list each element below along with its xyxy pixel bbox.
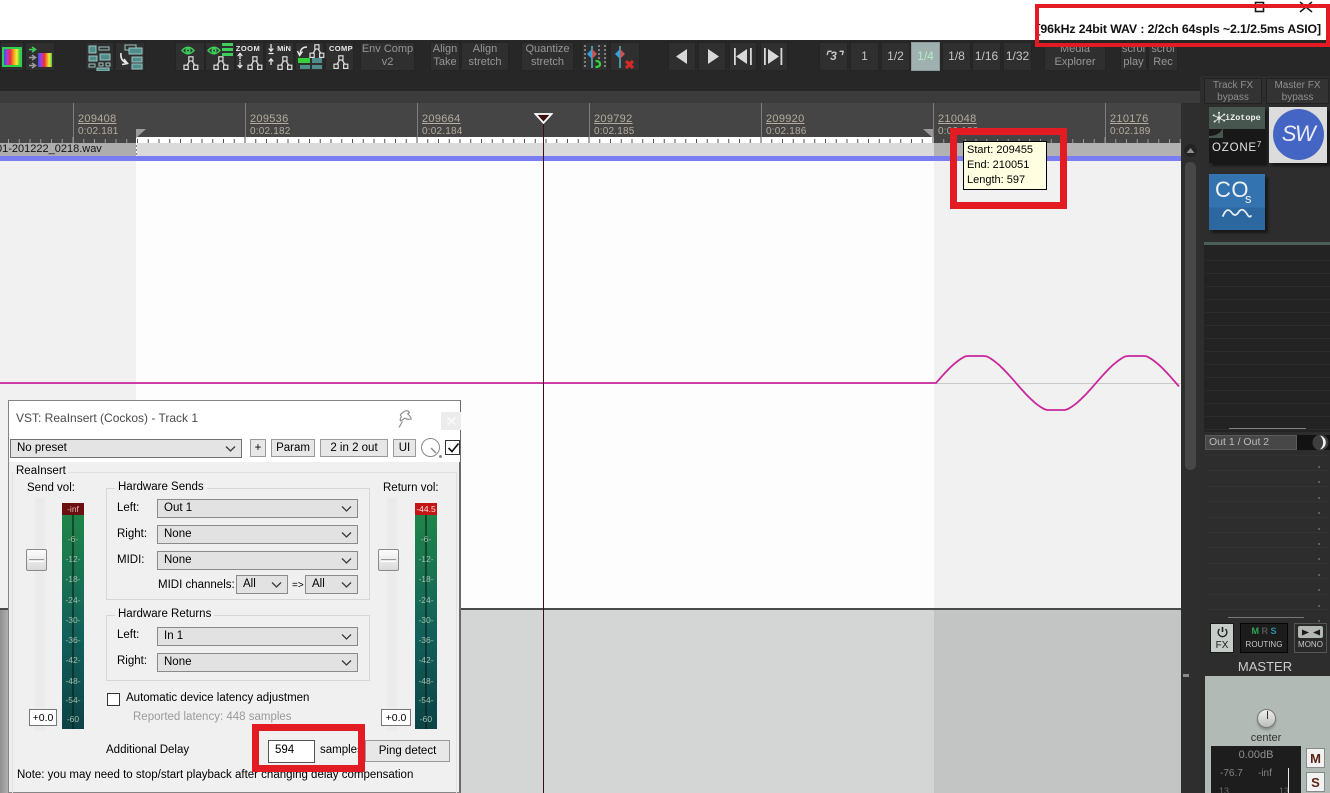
svg-text:ZOOM: ZOOM	[236, 44, 260, 53]
svg-text:MiN: MiN	[277, 44, 291, 53]
svg-text:COMP: COMP	[329, 44, 353, 53]
